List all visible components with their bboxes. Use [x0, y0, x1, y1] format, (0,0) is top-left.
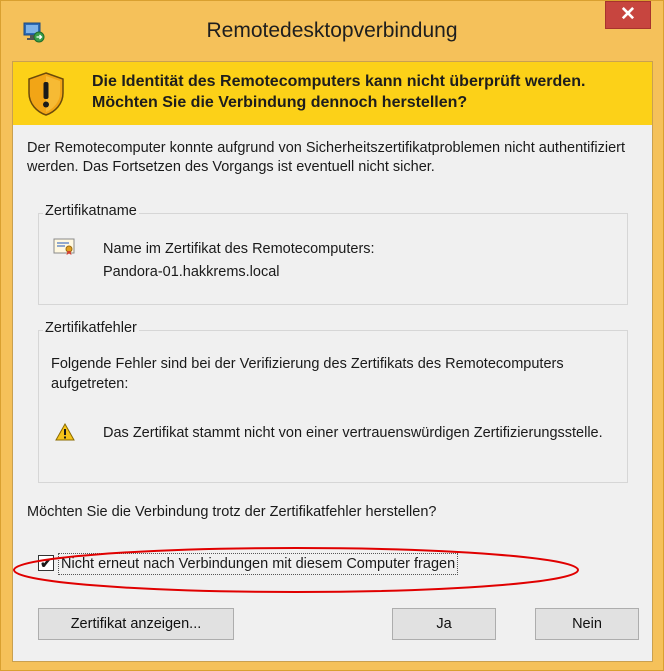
- question-text: Möchten Sie die Verbindung trotz der Zer…: [27, 504, 437, 520]
- certificate-error-group: Zertifikatfehler Folgende Fehler sind be…: [38, 320, 628, 483]
- dont-ask-again-label[interactable]: Nicht erneut nach Verbindungen mit diese…: [58, 553, 459, 575]
- group-label: Zertifikatfehler: [43, 320, 139, 336]
- error-message: Das Zertifikat stammt nicht von einer ve…: [103, 425, 603, 441]
- title-bar[interactable]: Remotedesktopverbindung ✕: [1, 1, 663, 61]
- certificate-field-label: Name im Zertifikat des Remotecomputers:: [103, 241, 375, 257]
- warning-banner: Die Identität des Remotecomputers kann n…: [13, 62, 652, 125]
- window-title: Remotedesktopverbindung: [206, 19, 458, 42]
- certificate-icon: [53, 238, 75, 256]
- certificate-field-value: Pandora-01.hakkrems.local: [103, 264, 280, 280]
- error-intro-text: Folgende Fehler sind bei der Verifizieru…: [51, 356, 564, 392]
- shield-warning-icon: [26, 71, 66, 117]
- intro-text: Der Remotecomputer konnte aufgrund von S…: [27, 140, 626, 175]
- dialog-content: Die Identität des Remotecomputers kann n…: [12, 61, 653, 662]
- close-button[interactable]: ✕: [605, 1, 651, 29]
- group-label: Zertifikatname: [43, 203, 139, 219]
- warning-icon: [55, 422, 75, 441]
- dialog-window: Remotedesktopverbindung ✕ Die Identität …: [0, 0, 664, 671]
- yes-button[interactable]: Ja: [392, 608, 496, 640]
- no-button[interactable]: Nein: [535, 608, 639, 640]
- certificate-name-group: Zertifikatname Name im Zertifikat des Re…: [38, 203, 628, 305]
- dont-ask-again-checkbox[interactable]: ✔: [38, 555, 54, 571]
- view-certificate-button[interactable]: Zertifikat anzeigen...: [38, 608, 234, 640]
- close-icon: ✕: [620, 4, 636, 25]
- warning-headline: Die Identität des Remotecomputers kann n…: [92, 73, 586, 111]
